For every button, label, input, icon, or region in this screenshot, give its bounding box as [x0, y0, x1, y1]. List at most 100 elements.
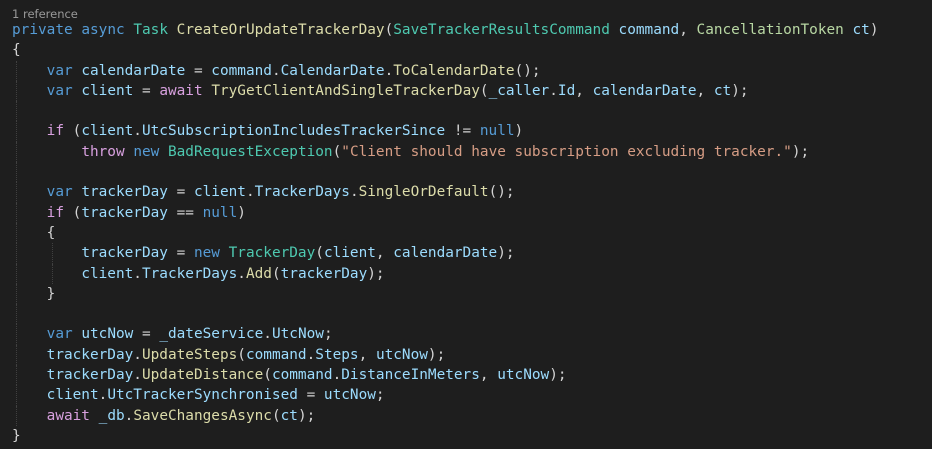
code-line[interactable]: if (trackerDay == null) — [12, 202, 879, 223]
code-line[interactable]: var client = await TryGetClientAndSingle… — [12, 80, 879, 102]
code-token: command — [271, 367, 333, 384]
code-token: SaveChangesAsync — [133, 407, 272, 424]
indent-guide — [16, 405, 17, 426]
indent-guide — [16, 60, 17, 81]
code-token: . — [349, 184, 359, 201]
code-token: . — [549, 82, 558, 99]
indent-guide — [16, 80, 17, 102]
code-token: . — [237, 265, 246, 282]
code-line[interactable]: } — [12, 426, 879, 446]
code-line[interactable]: var trackerDay = client.TrackerDays.Sing… — [12, 182, 879, 203]
code-token: null — [479, 123, 515, 140]
code-token: CalendarDate — [280, 62, 385, 79]
code-token: TrackerDays — [141, 265, 238, 282]
code-token: . — [245, 184, 255, 201]
code-token: = — [167, 245, 194, 262]
code-token: trackerDay — [81, 204, 168, 221]
code-token: . — [133, 265, 142, 282]
code-token: ToCalendarDate — [393, 62, 515, 79]
code-line[interactable]: private async Task CreateOrUpdateTracker… — [12, 20, 879, 40]
code-token: UtcNow — [271, 326, 324, 343]
code-token: _dateService — [159, 326, 264, 343]
code-token: } — [12, 427, 21, 444]
code-token: ( — [271, 407, 281, 424]
code-token: { — [12, 42, 21, 59]
code-line[interactable] — [12, 304, 879, 325]
code-token: utcNow — [375, 346, 428, 363]
code-token: if — [46, 123, 64, 140]
code-token: UpdateSteps — [141, 346, 238, 363]
code-token: , — [375, 245, 394, 262]
code-token: ) — [869, 22, 879, 38]
code-line[interactable] — [12, 162, 879, 183]
code-token: client — [81, 123, 134, 140]
code-token: TrackerDay — [228, 245, 316, 262]
code-token: ct — [852, 22, 870, 38]
code-token: Add — [245, 265, 272, 282]
code-token: var — [46, 184, 73, 201]
code-token: client — [81, 265, 134, 282]
indent-guide — [16, 283, 17, 305]
code-line[interactable]: client.TrackerDays.Add(trackerDay); — [12, 263, 879, 284]
code-token: ; — [323, 326, 333, 343]
code-token: command — [618, 22, 680, 38]
code-token: ct — [713, 82, 732, 99]
code-token: TryGetClientAndSingleTrackerDay — [211, 82, 480, 99]
code-line[interactable]: var utcNow = _dateService.UtcNow; — [12, 324, 879, 345]
code-token: trackerDay — [280, 265, 368, 282]
code-line[interactable] — [12, 101, 879, 122]
code-line[interactable]: { — [12, 40, 879, 60]
code-line[interactable]: await _db.SaveChangesAsync(ct); — [12, 405, 879, 426]
code-line[interactable]: trackerDay.UpdateDistance(command.Distan… — [12, 365, 879, 386]
code-token: . — [133, 367, 142, 384]
code-line[interactable]: if (client.UtcSubscriptionIncludesTracke… — [12, 121, 879, 142]
code-token: . — [263, 326, 272, 343]
code-line[interactable]: trackerDay = new TrackerDay(client, cale… — [12, 243, 879, 264]
code-token: . — [133, 346, 142, 363]
code-token: Steps — [315, 346, 359, 363]
code-token: TrackerDays — [254, 184, 350, 201]
code-token: var — [46, 326, 73, 343]
code-token: new — [133, 143, 160, 160]
code-token: var — [46, 82, 73, 99]
code-line[interactable]: var calendarDate = command.CalendarDate.… — [12, 60, 879, 81]
code-token: private — [12, 22, 73, 38]
code-area[interactable]: private async Task CreateOrUpdateTracker… — [12, 20, 879, 446]
code-token: calendarDate — [592, 82, 697, 99]
code-line[interactable]: client.UtcTrackerSynchronised = utcNow; — [12, 385, 879, 406]
code-token: calendarDate — [81, 62, 186, 79]
code-token: trackerDay — [46, 367, 134, 384]
indent-guide — [16, 202, 17, 223]
code-line[interactable]: trackerDay.UpdateSteps(command.Steps, ut… — [12, 344, 879, 366]
code-line[interactable]: throw new BadRequestException("Client sh… — [12, 141, 879, 163]
code-token: ( — [332, 143, 342, 160]
code-token: trackerDay — [46, 346, 134, 363]
code-token: command — [211, 62, 272, 79]
code-token: utcNow — [323, 387, 376, 404]
code-token: ); — [367, 265, 385, 282]
code-token: DistanceInMeters — [341, 367, 480, 384]
code-token: ( — [63, 123, 82, 140]
indent-guide — [16, 263, 17, 284]
code-line[interactable]: { — [12, 222, 879, 244]
code-editor[interactable]: 1 reference private async Task CreateOrU… — [0, 0, 932, 449]
code-token: , — [679, 22, 697, 38]
code-token: = — [167, 184, 194, 201]
code-line[interactable]: } — [12, 283, 879, 305]
indent-guide — [52, 263, 53, 284]
code-token: calendarDate — [393, 245, 498, 262]
code-token: trackerDay — [81, 184, 168, 201]
code-token: BadRequestException — [167, 143, 333, 160]
code-token: . — [271, 62, 281, 79]
